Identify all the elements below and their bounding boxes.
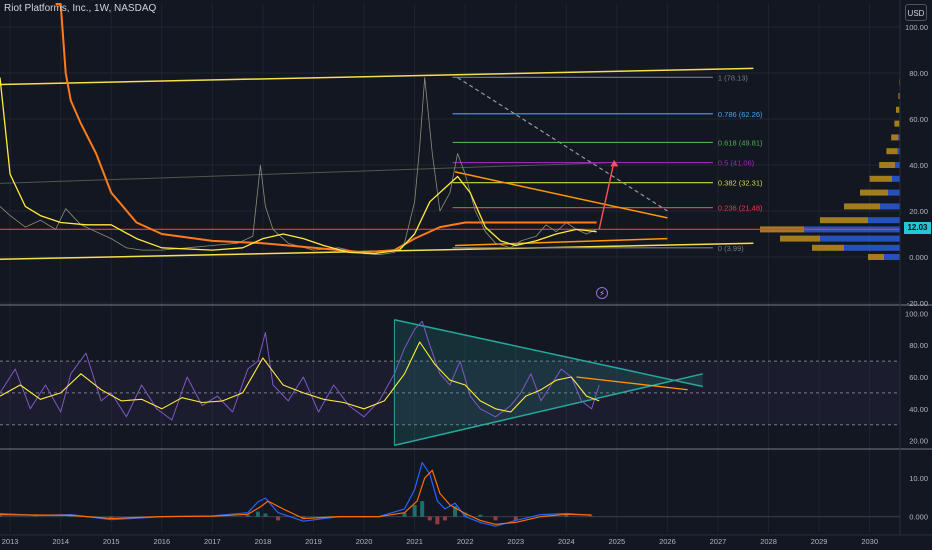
x-tick-label: 2022 <box>457 537 474 546</box>
price-tick-label: 100.00 <box>905 23 928 32</box>
x-tick-label: 2019 <box>305 537 322 546</box>
x-tick-label: 2028 <box>760 537 777 546</box>
macd-histogram-bar <box>412 505 417 517</box>
price-tick-label: -20.00 <box>907 299 928 308</box>
rsi-tick-label: 100.00 <box>905 309 928 318</box>
volume-profile-bar-down <box>884 254 900 260</box>
volume-profile-bar-up <box>896 106 900 113</box>
fib-level-label: 1 (78.13) <box>718 73 749 82</box>
x-tick-label: 2029 <box>811 537 828 546</box>
volume-profile-bar-down <box>888 189 900 196</box>
x-tick-label: 2013 <box>2 537 19 546</box>
x-tick-label: 2016 <box>153 537 170 546</box>
fib-level-label: 0.382 (32.31) <box>718 179 763 188</box>
macd-histogram-bar <box>255 511 260 517</box>
x-tick-label: 2027 <box>710 537 727 546</box>
x-tick-label: 2026 <box>659 537 676 546</box>
fib-level-label: 0.786 (62.26) <box>718 110 763 119</box>
x-tick-label: 2024 <box>558 537 575 546</box>
x-tick-label: 2018 <box>255 537 272 546</box>
price-tick-label: 0.000 <box>909 253 928 262</box>
volume-profile-bar-up <box>860 189 888 196</box>
x-tick-label: 2014 <box>52 537 69 546</box>
volume-profile-bar-up <box>869 175 892 182</box>
volume-profile-bar-up <box>844 203 880 210</box>
volume-profile-bar-up <box>879 162 896 168</box>
x-tick-label: 2025 <box>609 537 626 546</box>
volume-profile-bar-down <box>880 203 900 210</box>
lightning-icon[interactable]: ⚡ <box>596 287 608 299</box>
macd-histogram-bar <box>442 516 447 521</box>
volume-profile-bar-up <box>891 134 899 141</box>
volume-profile-bar-up <box>894 120 900 127</box>
macd-histogram-bar <box>427 516 432 521</box>
price-tick-label: 20.00 <box>909 207 928 216</box>
rsi-tick-label: 40.00 <box>909 405 928 414</box>
macd-histogram-bar <box>493 516 498 521</box>
macd-histogram-bar <box>420 501 425 517</box>
rsi-tick-label: 80.00 <box>909 341 928 350</box>
current-price-label: 12.03 <box>904 222 931 234</box>
fib-level-label: 0 (3.99) <box>718 244 744 253</box>
volume-profile-bar-down <box>892 175 900 182</box>
volume-profile-bar-up <box>868 254 884 260</box>
volume-profile-bar-up <box>780 235 820 242</box>
price-tick-label: 60.00 <box>909 115 928 124</box>
x-tick-label: 2017 <box>204 537 221 546</box>
x-tick-label: 2023 <box>507 537 524 546</box>
volume-profile-bar-up <box>886 148 898 155</box>
macd-histogram-bar <box>435 516 440 525</box>
rsi-tick-label: 20.00 <box>909 437 928 446</box>
macd-histogram-bar <box>263 513 268 517</box>
macd-histogram-bar <box>276 516 281 521</box>
fib-level-label: 0.236 (21.48) <box>718 204 763 213</box>
fib-level-label: 0.5 (41.06) <box>718 159 755 168</box>
trading-chart[interactable]: 1 (78.13) 0.786 (62.26) 0.618 (49.81) 0.5 (… <box>0 0 932 550</box>
x-tick-label: 2020 <box>356 537 373 546</box>
x-tick-label: 2030 <box>861 537 878 546</box>
macd-histogram-bar <box>0 515 2 517</box>
volume-profile-bar-up <box>812 244 844 251</box>
currency-button[interactable]: USD <box>905 4 927 21</box>
symbol-title[interactable]: Riot Platforms, Inc., 1W, NASDAQ <box>4 3 156 14</box>
fib-level-label: 0.618 (49.81) <box>718 138 763 147</box>
volume-profile-bar-down <box>868 217 900 224</box>
macd-histogram-bar <box>245 515 250 517</box>
volume-profile-bar-down <box>844 244 900 251</box>
macd-histogram-bar <box>478 514 483 517</box>
volume-profile-bar-up <box>820 217 868 224</box>
volume-profile-bar-down <box>895 162 900 168</box>
price-tick-label: 80.00 <box>909 69 928 78</box>
volume-profile-bar-down <box>820 235 900 242</box>
x-tick-label: 2021 <box>406 537 423 546</box>
macd-histogram-bar <box>109 516 114 518</box>
macd-histogram-bar <box>564 515 569 517</box>
macd-tick-label: 10.00 <box>909 474 928 483</box>
x-tick-label: 2015 <box>103 537 120 546</box>
macd-tick-label: 0.000 <box>909 513 928 522</box>
price-tick-label: 40.00 <box>909 161 928 170</box>
rsi-tick-label: 60.00 <box>909 373 928 382</box>
